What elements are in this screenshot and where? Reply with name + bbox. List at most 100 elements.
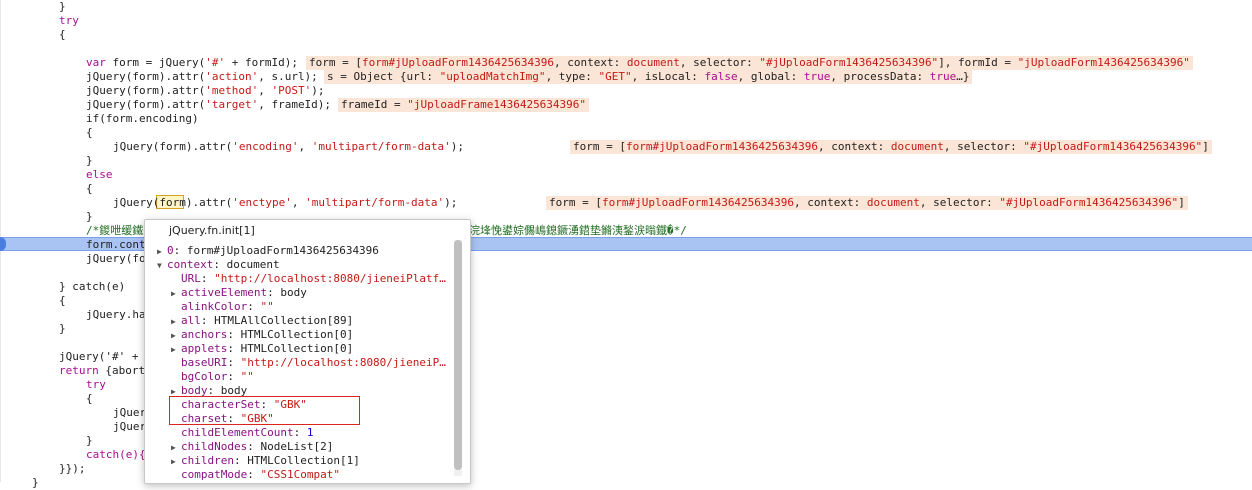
property-separator: : — [247, 440, 261, 453]
code-line: var form = jQuery('#' + formId); — [86, 56, 298, 70]
property-row: URL: "http://localhost:8080/jieneiPlatf… — [171, 272, 446, 286]
property-key: children — [181, 454, 234, 467]
property-row: alinkColor: "" — [171, 300, 274, 314]
property-value: HTMLAllCollection[89] — [214, 314, 354, 327]
inline-value-form-encoding: form = [form#jUploadForm1436425634396, c… — [570, 140, 1212, 154]
code-comment-tail: 浣埄悗鍙婃儩嶋鎴鐝湧鍣垫鏅洟鍫涙暡鐡�*/ — [469, 224, 687, 237]
inline-value-frameid: frameId = "jUploadFrame1436425634396" — [338, 98, 590, 112]
property-key: all — [181, 314, 201, 327]
code-line: { — [86, 392, 93, 405]
code-line: } — [59, 322, 66, 335]
inline-value-form: form = [form#jUploadForm1436425634396, c… — [306, 56, 1193, 70]
property-row: bgColor: "" — [171, 370, 254, 384]
expanded-triangle-icon[interactable]: ▼ — [157, 259, 167, 273]
property-separator: : — [227, 370, 241, 383]
property-value: "CSS1Compat" — [260, 468, 340, 481]
property-separator: : — [227, 356, 241, 369]
property-value: NodeList[2] — [260, 440, 334, 453]
property-value: HTMLCollection[1] — [247, 454, 360, 467]
code-line: try — [86, 378, 106, 391]
property-row: childElementCount: 1 — [171, 426, 313, 440]
code-line: { — [59, 294, 66, 307]
property-value: body — [280, 286, 307, 299]
code-line: catch(e){ — [86, 448, 146, 461]
property-value: HTMLCollection[0] — [240, 328, 354, 341]
code-line: }}); — [59, 462, 86, 475]
property-key: applets — [181, 342, 228, 355]
property-row[interactable]: ▶ childNodes: NodeList[2] — [171, 440, 333, 454]
code-token: form = jQuery( — [105, 56, 206, 69]
property-row[interactable]: ▶ activeElement: body — [171, 286, 307, 300]
code-line: else — [86, 168, 113, 181]
collapsed-triangle-icon[interactable]: ▶ — [171, 343, 181, 357]
code-token: } — [59, 0, 66, 13]
code-line: jQuery(form).attr('enctype', 'multipart/… — [113, 196, 458, 209]
collapsed-triangle-icon[interactable]: ▶ — [171, 315, 181, 329]
property-separator: : — [247, 300, 261, 313]
inline-value-form-enctype: form = [form#jUploadForm1436425634396, c… — [546, 196, 1188, 210]
property-key: context — [167, 258, 214, 271]
property-value: "" — [260, 300, 274, 313]
property-value: 1 — [306, 426, 314, 439]
property-separator: : — [227, 342, 241, 355]
property-separator: : — [200, 314, 215, 327]
property-value: HTMLCollection[0] — [240, 342, 354, 355]
code-line: } catch(e) — [59, 280, 126, 293]
property-row[interactable]: ▶ anchors: HTMLCollection[0] — [171, 328, 353, 342]
code-token: '#' — [205, 56, 226, 69]
hovered-form-token[interactable]: form — [159, 196, 186, 209]
collapsed-triangle-icon[interactable]: ▶ — [171, 287, 181, 301]
popover-title: jQuery.fn.init[1] — [169, 224, 255, 237]
property-row: baseURI: "http://localhost:8080/jieneiP… — [171, 356, 446, 370]
property-row[interactable]: ▶ applets: HTMLCollection[0] — [171, 342, 353, 356]
code-line: { — [86, 126, 93, 139]
code-line: form.cont — [86, 238, 146, 251]
property-key: activeElement — [181, 286, 268, 299]
property-key: alinkColor — [181, 300, 248, 313]
annotation-highlight-box — [169, 396, 360, 425]
property-row[interactable]: ▶ all: HTMLAllCollection[89] — [171, 314, 353, 328]
property-value: "http://localhost:8080/jieneiP… — [240, 356, 446, 369]
code-line: } — [59, 0, 66, 14]
collapsed-triangle-icon[interactable]: ▶ — [171, 441, 181, 455]
collapsed-triangle-icon[interactable]: ▶ — [171, 329, 181, 343]
property-key: childNodes — [181, 440, 248, 453]
property-row[interactable]: ▶ 0: form#jUploadForm1436425634396 — [157, 244, 379, 258]
property-key: 0 — [167, 244, 174, 257]
property-key: childElementCount — [181, 426, 294, 439]
property-key: bgColor — [181, 370, 228, 383]
property-value: "http://localhost:8080/jieneiPlatf… — [214, 272, 446, 285]
code-line: jQuery(form).attr('encoding', 'multipart… — [113, 140, 465, 153]
code-line: jQuer — [113, 406, 147, 419]
code-line: jQuery(form).attr('action', s.url); — [86, 70, 318, 83]
property-separator: : — [293, 426, 307, 439]
property-separator: : — [247, 468, 261, 481]
inline-value-s: s = Object {url: "uploadMatchImg", type:… — [324, 70, 973, 84]
code-line: } — [86, 210, 93, 223]
property-separator: : — [173, 244, 187, 257]
collapsed-triangle-icon[interactable]: ▶ — [171, 455, 181, 469]
code-line: } — [86, 434, 93, 447]
property-separator: : — [227, 328, 241, 341]
code-line: jQuery.ha — [86, 308, 146, 321]
code-line: } — [86, 154, 93, 167]
property-row[interactable]: ▼ context: document — [157, 258, 280, 272]
collapsed-triangle-icon[interactable]: ▶ — [157, 245, 167, 259]
property-row[interactable]: ▶ children: HTMLCollection[1] — [171, 454, 360, 468]
code-token: { — [59, 28, 66, 41]
property-row: compatMode: "CSS1Compat" — [171, 468, 340, 482]
code-token: var — [86, 56, 106, 69]
object-inspector-popover[interactable]: jQuery.fn.init[1] ▶ 0: form#jUploadForm14… — [144, 219, 471, 484]
property-key: anchors — [181, 328, 228, 341]
popover-scrollbar-thumb[interactable] — [454, 240, 462, 470]
property-value: form#jUploadForm1436425634396 — [186, 244, 379, 257]
code-line: } — [32, 476, 39, 489]
code-line: jQuery(form).attr('target', frameId); — [86, 98, 332, 111]
code-line: jQuer — [113, 420, 147, 433]
property-separator: : — [213, 258, 227, 271]
